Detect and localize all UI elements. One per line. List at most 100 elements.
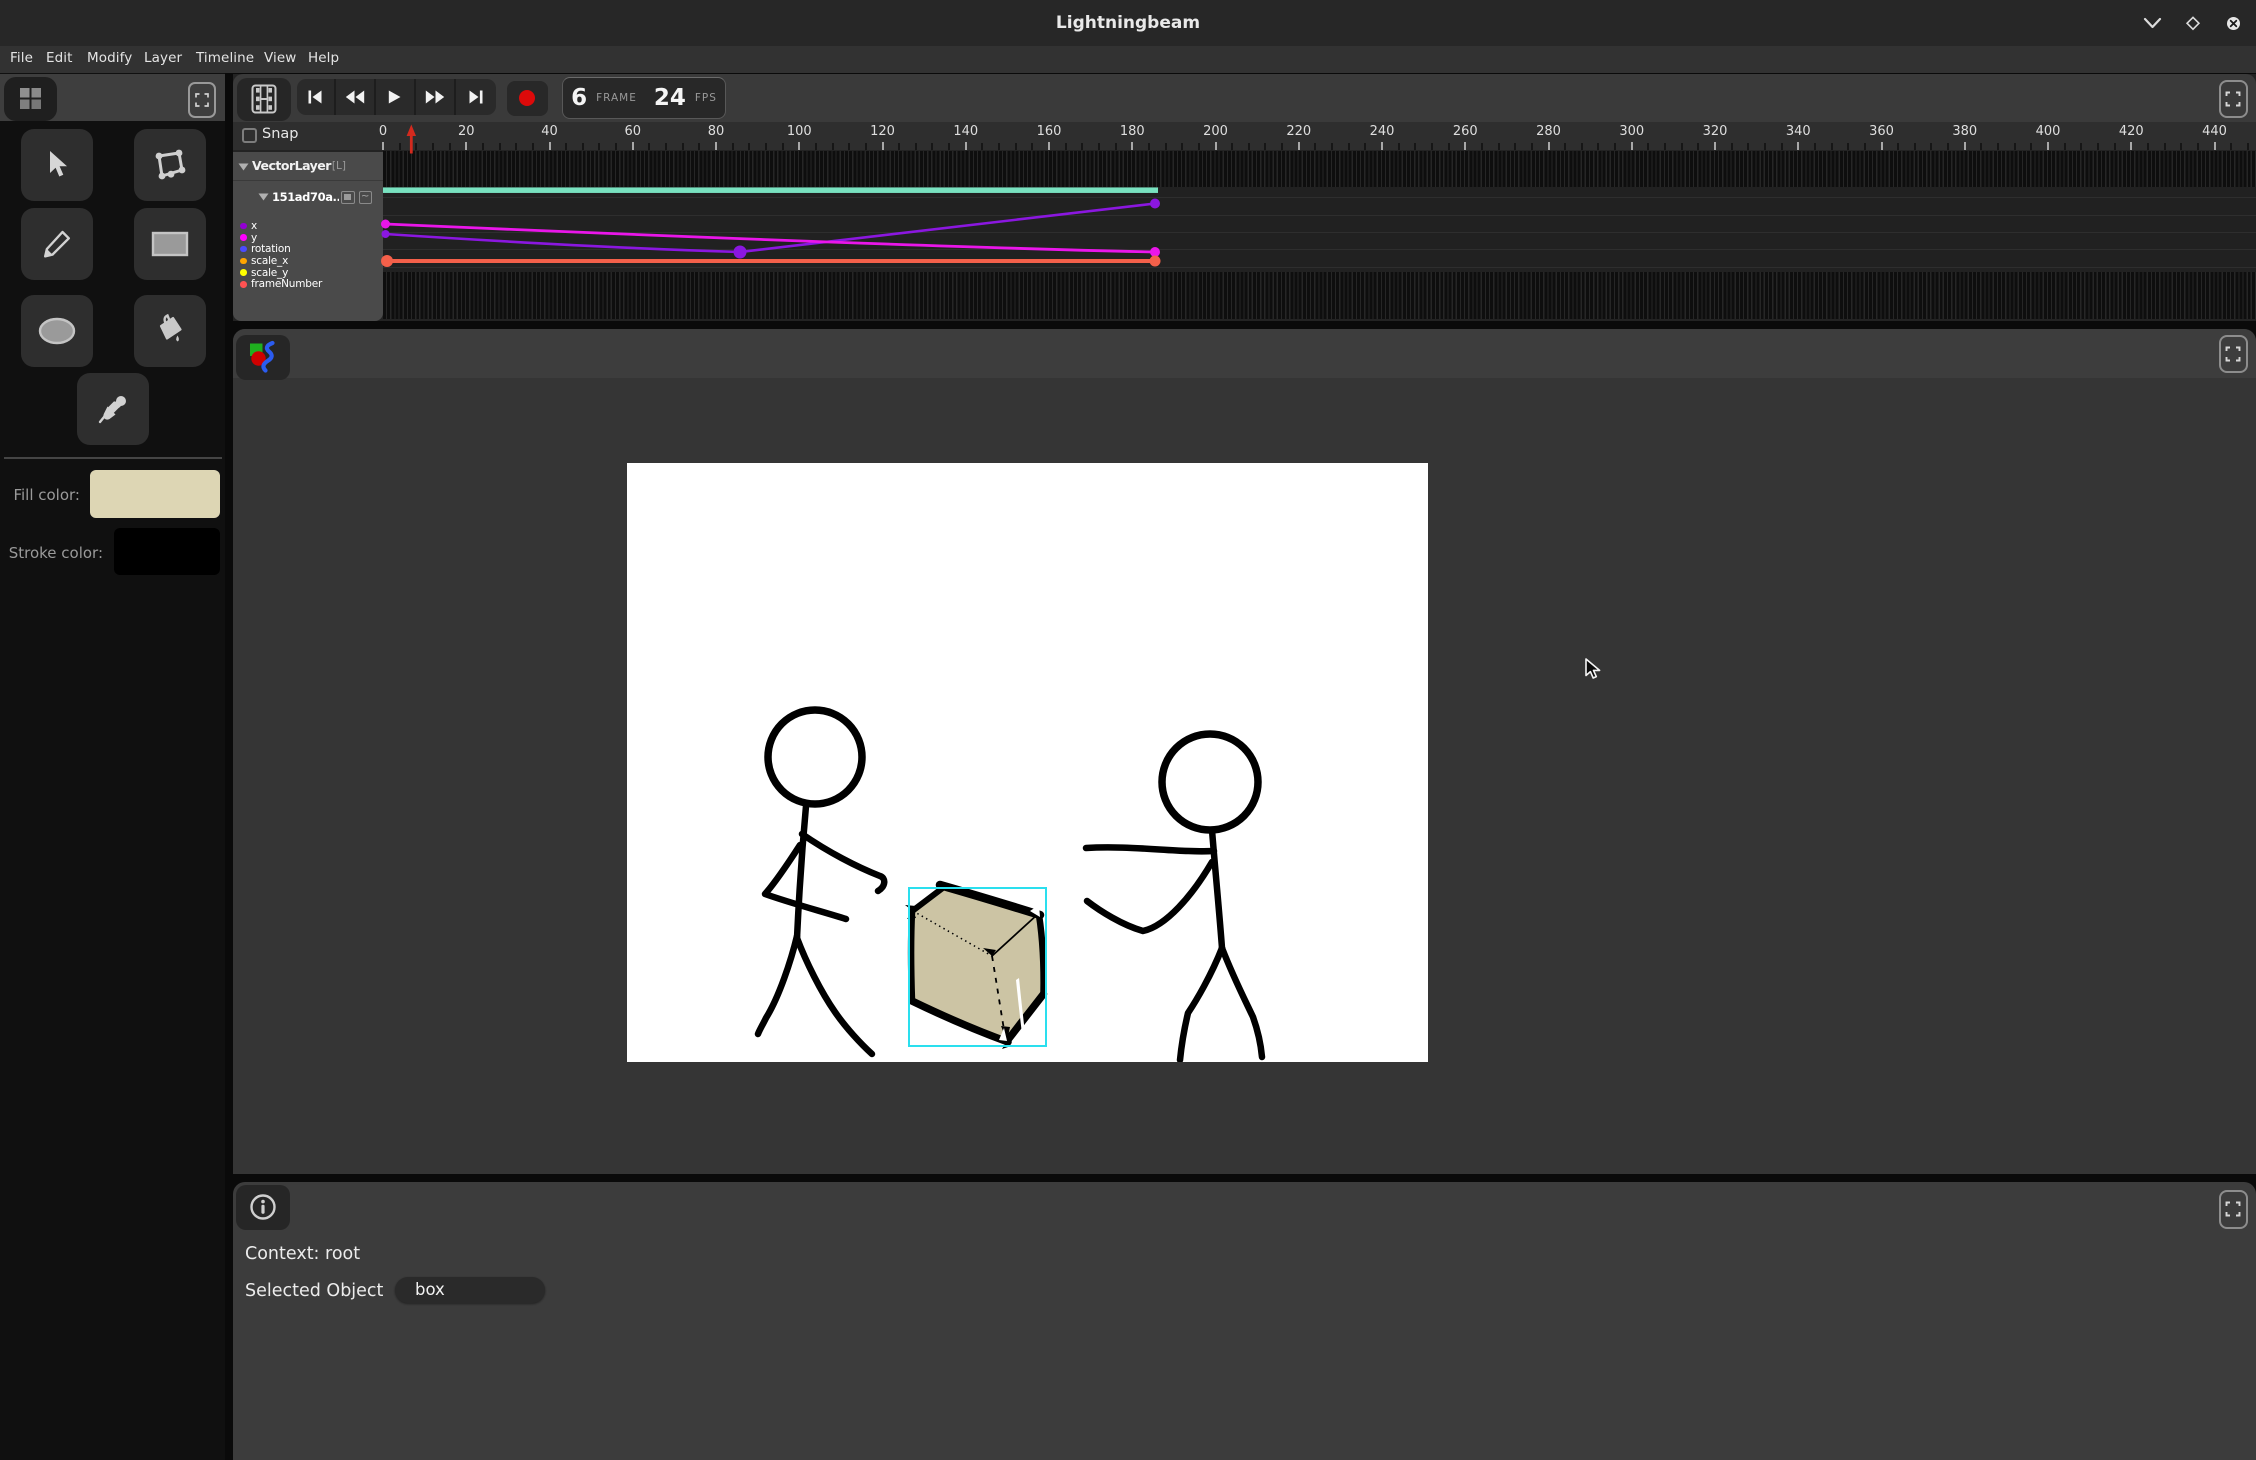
window-title: Lightningbeam <box>0 0 2256 46</box>
ruler-tick-minor <box>1448 143 1450 150</box>
timeline-ruler[interactable]: Snap 02040608010012014016018020022024026… <box>233 122 2256 150</box>
transport-controls <box>297 79 496 115</box>
ruler-label-280: 280 <box>1536 124 1561 139</box>
ruler-label-300: 300 <box>1619 124 1644 139</box>
info-fullscreen-button[interactable] <box>2219 1190 2249 1229</box>
paint-bucket-tool-button[interactable] <box>134 295 206 367</box>
ruler-tick-minor <box>1731 143 1733 150</box>
figure2-head <box>1162 734 1258 830</box>
frame-label: FRAME <box>596 92 637 104</box>
timeline-tracks[interactable]: VectorLayer [L] 151ad70a... ~ xyrotation… <box>233 150 2256 321</box>
select-tool-button[interactable] <box>21 129 93 201</box>
ruler-tick-minor <box>432 143 434 150</box>
info-button[interactable] <box>236 1185 291 1230</box>
rewind-icon <box>345 90 365 104</box>
caret-down-icon[interactable] <box>258 193 269 201</box>
ruler-tick-minor <box>1697 143 1699 150</box>
property-row-frameNumber[interactable]: frameNumber <box>240 279 322 291</box>
ruler-tick-minor <box>1248 143 1250 150</box>
rectangle-icon <box>151 231 189 257</box>
close-button[interactable] <box>2226 0 2241 46</box>
record-button[interactable] <box>507 81 548 116</box>
ruler-tick-minor <box>1997 143 1999 150</box>
ruler-tick-minor <box>998 143 1000 150</box>
ruler-tick-minor <box>1065 143 1067 150</box>
menu-timeline[interactable]: Timeline <box>196 46 254 73</box>
ruler-tick-minor <box>732 143 734 150</box>
layer-row[interactable]: VectorLayer [L] <box>233 152 383 181</box>
property-row-rotation[interactable]: rotation <box>240 243 291 255</box>
shapes-logo-icon <box>246 340 280 374</box>
ruler-tick-minor <box>1015 143 1017 150</box>
logo-button[interactable] <box>236 335 291 381</box>
caret-down-icon[interactable] <box>238 163 249 171</box>
menu-layer[interactable]: Layer <box>144 46 182 73</box>
stage[interactable] <box>627 463 1428 1062</box>
maximize-button[interactable] <box>2185 0 2201 46</box>
skip-start-button[interactable] <box>297 79 337 115</box>
menu-view[interactable]: View <box>264 46 296 73</box>
pencil-tool-button[interactable] <box>21 208 93 280</box>
film-button[interactable] <box>237 78 291 121</box>
timeline-fullscreen-button[interactable] <box>2219 80 2249 119</box>
property-row-y[interactable]: y <box>240 232 257 244</box>
object-tween-toggle[interactable]: ~ <box>359 191 373 205</box>
ruler-label-0: 0 <box>379 124 387 139</box>
play-button[interactable] <box>376 79 416 115</box>
object-name[interactable]: 151ad70a... <box>272 190 339 204</box>
ruler-tick-minor <box>532 143 534 150</box>
ruler-tick-minor <box>832 143 834 150</box>
ruler-tick-major <box>382 142 384 150</box>
property-row-scale_x[interactable]: scale_x <box>240 255 288 267</box>
ruler-tick-major <box>1964 142 1966 150</box>
timeline-toolbar: 6 FRAME 24 FPS <box>233 74 2256 123</box>
eyedropper-tool-button[interactable] <box>77 373 149 445</box>
fill-color-swatch[interactable] <box>90 470 220 518</box>
canvas-fullscreen-button[interactable] <box>2219 335 2249 374</box>
stroke-color-label: Stroke color: <box>0 544 103 562</box>
minimize-button[interactable] <box>2142 0 2163 46</box>
grid-line <box>383 215 2256 216</box>
frame-counter: 6 FRAME 24 FPS <box>562 77 726 119</box>
property-label: scale_y <box>251 267 288 279</box>
ruler-label-140: 140 <box>953 124 978 139</box>
property-color-dot <box>240 223 247 230</box>
panel-grid-button[interactable] <box>4 77 57 121</box>
selected-object-value[interactable]: box <box>395 1277 545 1304</box>
property-row-scale_y[interactable]: scale_y <box>240 267 288 279</box>
menu-modify[interactable]: Modify <box>87 46 132 73</box>
ruler-tick-minor <box>782 143 784 150</box>
ruler-tick-minor <box>1747 143 1749 150</box>
stroke-color-swatch[interactable] <box>114 528 220 575</box>
rewind-button[interactable] <box>336 79 376 115</box>
fullscreen-icon <box>2225 1201 2241 1217</box>
grid-line <box>383 232 2256 233</box>
ruler-tick-minor <box>848 143 850 150</box>
fast-forward-button[interactable] <box>416 79 456 115</box>
menu-file[interactable]: File <box>10 46 33 73</box>
property-row-x[interactable]: x <box>240 220 257 232</box>
snap-checkbox[interactable] <box>242 128 258 144</box>
property-color-dot <box>240 269 247 276</box>
skip-end-button[interactable] <box>456 79 496 115</box>
ruler-tick-minor <box>1564 143 1566 150</box>
rectangle-tool-button[interactable] <box>134 208 206 280</box>
menu-edit[interactable]: Edit <box>46 46 73 73</box>
ruler-label-120: 120 <box>870 124 895 139</box>
ruler-tick-minor <box>1331 143 1333 150</box>
ruler-tick-minor <box>981 143 983 150</box>
fill-color-label: Fill color: <box>0 486 80 504</box>
transform-tool-button[interactable] <box>134 129 206 201</box>
ruler-tick-major <box>2130 142 2132 150</box>
object-visibility-toggle[interactable] <box>341 191 355 205</box>
box-edge <box>911 912 912 1001</box>
ruler-tick-minor <box>1348 143 1350 150</box>
ruler-tick-minor <box>1398 143 1400 150</box>
property-color-dot <box>240 234 247 241</box>
ruler-tick-minor <box>748 143 750 150</box>
ellipse-tool-button[interactable] <box>21 295 93 367</box>
layer-badge: [L] <box>332 160 346 172</box>
left-panel-expand-button[interactable] <box>188 82 216 119</box>
menu-help[interactable]: Help <box>308 46 339 73</box>
play-icon <box>388 90 401 104</box>
